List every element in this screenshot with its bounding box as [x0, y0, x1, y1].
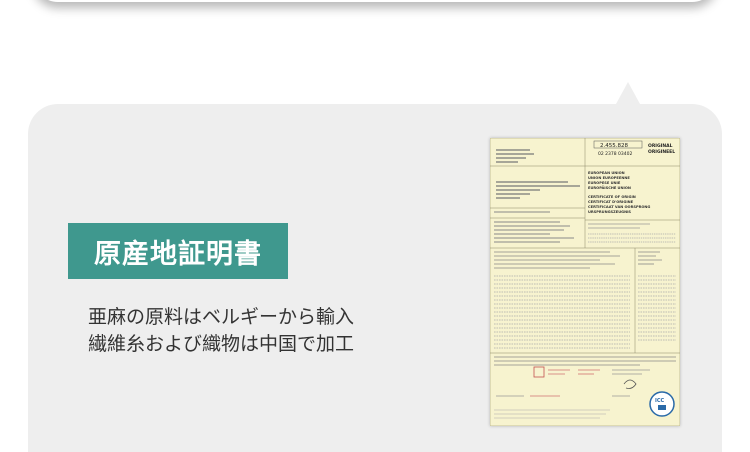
description-line-2: 繊維糸および織物は中国で加工: [88, 333, 355, 355]
union-line-4: EUROPÄISCHE UNION: [588, 185, 631, 190]
description: 亜麻の原料はベルギーから輸入 繊維糸および織物は中国で加工: [88, 304, 354, 358]
title-line-2: CERTIFICAT D'ORIGINE: [588, 200, 634, 204]
top-card: [32, 0, 718, 2]
certificate-of-origin-image: 2.455.828 02 2378 03402 ORIGINAL ORIGINE…: [490, 138, 680, 426]
certificate-number: 2.455.828: [600, 143, 628, 149]
union-line-3: EUROPESE UNIE: [588, 181, 621, 185]
description-line-1: 亜麻の原料はベルギーから輸入: [88, 306, 355, 328]
certificate-origineel: ORIGINEEL: [648, 149, 675, 155]
union-line-1: EUROPEAN UNION: [588, 171, 625, 175]
union-line-2: UNION EUROPEENNE: [588, 176, 630, 180]
title-line-4: URSPRUNGSZEUGNIS: [588, 210, 631, 214]
certificate-of-origin-badge: 原産地証明書: [68, 223, 288, 279]
title-line-1: CERTIFICATE OF ORIGIN: [588, 195, 636, 199]
bubble-tail: [616, 82, 640, 104]
title-line-3: CERTIFICAAT VAN OORSPRONG: [588, 205, 650, 209]
certificate-original: ORIGINAL: [648, 143, 673, 149]
certificate-ref: 02 2378 03402: [598, 151, 632, 157]
icc-logo-text: ICC: [655, 398, 665, 404]
